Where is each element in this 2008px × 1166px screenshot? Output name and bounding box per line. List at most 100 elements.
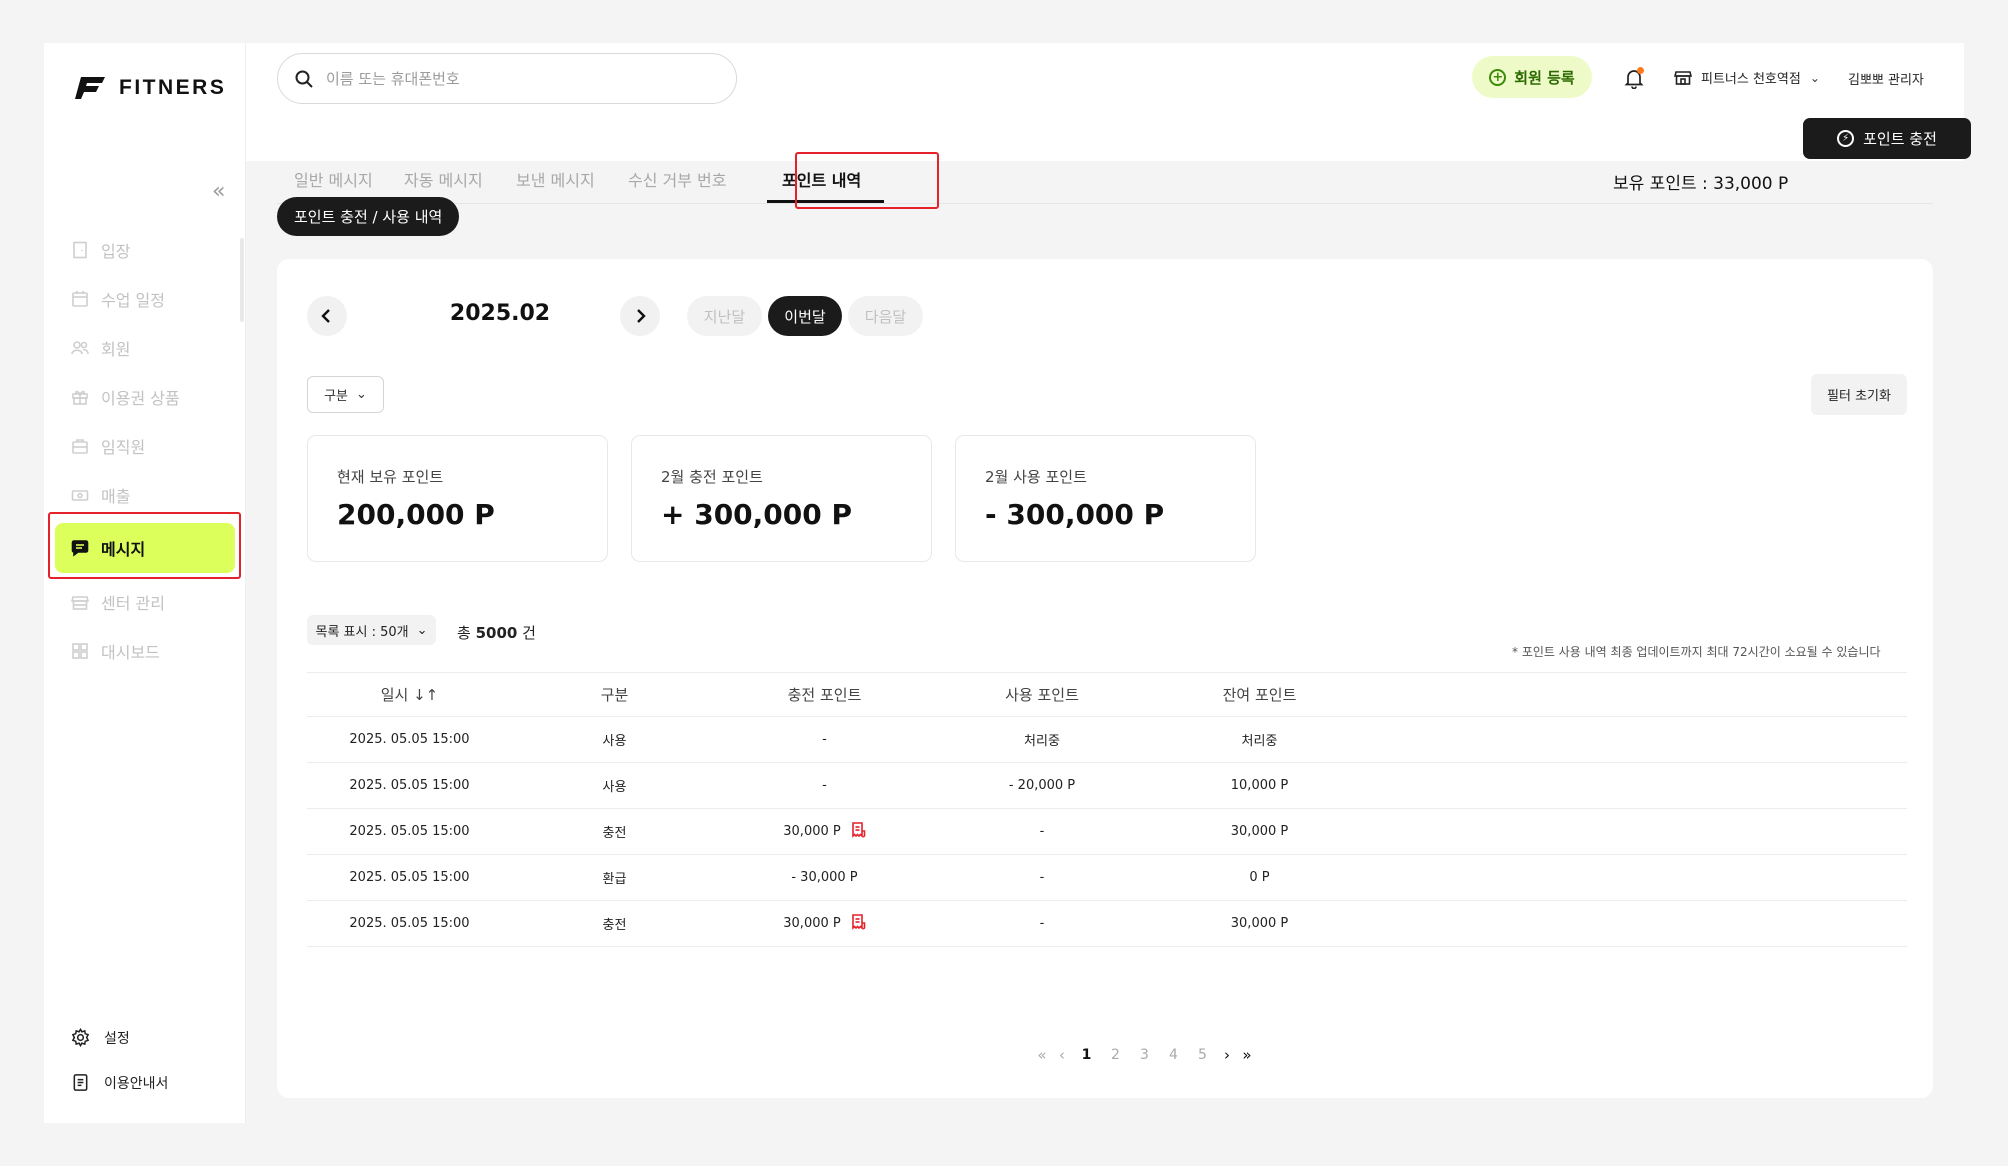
cell-balance: 30,000 P (1230, 916, 1289, 931)
receipt-icon[interactable] (851, 821, 866, 842)
type-filter-dropdown[interactable]: 구분 ⌄ (307, 376, 384, 413)
table-header: 일시 ↓↑ 구분 충전 포인트 사용 포인트 잔여 포인트 (307, 672, 1907, 717)
store-icon (71, 595, 89, 610)
this-month-button[interactable]: 이번달 (768, 296, 842, 336)
sidebar-item-employees[interactable]: 임직원 (55, 421, 235, 470)
register-member-button[interactable]: + 회원 등록 (1472, 56, 1592, 98)
cell-charge: - 30,000 P (791, 870, 858, 885)
list-size-dropdown[interactable]: 목록 표시 : 50개 ⌄ (307, 615, 436, 645)
table-row: 2025. 05.05 15:00 충전 30,000 P - 30,000 P (307, 809, 1907, 855)
cell-charge-value: 30,000 P (783, 916, 841, 931)
cell-use: - (1039, 916, 1045, 931)
sidebar-item-sales[interactable]: 매출 (55, 470, 235, 519)
point-history-table: 일시 ↓↑ 구분 충전 포인트 사용 포인트 잔여 포인트 2025. 05.0… (307, 672, 1907, 947)
cell-charge: 30,000 P (717, 901, 932, 946)
sidebar-item-members[interactable]: 회원 (55, 323, 235, 372)
table-row: 2025. 05.05 15:00 사용 - - 20,000 P 10,000… (307, 763, 1907, 809)
current-month: 2025.02 (449, 301, 551, 326)
sidebar-item-dashboard[interactable]: 대시보드 (55, 626, 235, 675)
total-number: 5000 (475, 624, 518, 642)
page-number[interactable]: 3 (1130, 1047, 1159, 1063)
prev-page-icon[interactable]: ‹ (1052, 1046, 1072, 1064)
stat-value: + 300,000 P (661, 498, 853, 531)
cell-type: 사용 (602, 734, 627, 749)
last-page-icon[interactable]: » (1237, 1046, 1257, 1064)
user-guide-link[interactable]: 이용안내서 (71, 1060, 168, 1105)
tab-auto-message[interactable]: 자동 메시지 (404, 167, 483, 191)
next-page-icon[interactable]: › (1217, 1046, 1237, 1064)
chevron-left-icon (321, 309, 330, 323)
next-month-period-button[interactable]: 다음달 (848, 296, 923, 336)
search-input[interactable] (326, 69, 706, 88)
settings-link[interactable]: 설정 (71, 1015, 168, 1060)
page-number[interactable]: 5 (1188, 1047, 1217, 1063)
plus-circle-icon: + (1489, 68, 1507, 86)
cell-charge-value: 30,000 P (783, 824, 841, 839)
page-number[interactable]: 4 (1159, 1047, 1188, 1063)
search-bar[interactable] (277, 53, 737, 104)
next-month-button[interactable] (620, 296, 660, 336)
tab-general-message[interactable]: 일반 메시지 (294, 167, 373, 191)
prev-month-button[interactable] (307, 296, 347, 336)
sidebar-scrollbar[interactable] (240, 238, 244, 322)
sidebar-item-label: 대시보드 (101, 642, 160, 662)
stat-card-charged-points: 2월 충전 포인트 + 300,000 P (631, 435, 932, 562)
sidebar-item-label: 수업 일정 (101, 290, 165, 310)
cell-type: 환급 (602, 872, 627, 887)
column-header-used-points: 사용 포인트 (1005, 686, 1079, 704)
members-icon (71, 340, 89, 354)
settings-label: 설정 (104, 1030, 130, 1047)
notification-bell-icon[interactable] (1623, 67, 1645, 90)
gift-icon (72, 390, 88, 405)
page-number[interactable]: 1 (1072, 1047, 1101, 1063)
charge-points-button[interactable]: ⚡ 포인트 충전 (1803, 118, 1971, 159)
reset-filter-button[interactable]: 필터 초기화 (1811, 374, 1907, 415)
last-month-button[interactable]: 지난달 (687, 296, 762, 336)
fitners-logo-icon (75, 77, 105, 99)
cell-balance: 처리중 (1241, 734, 1278, 749)
sidebar-item-class-schedule[interactable]: 수업 일정 (55, 274, 235, 323)
sidebar-item-entry[interactable]: 입장 (55, 225, 235, 274)
gear-icon (71, 1028, 90, 1047)
stat-label: 2월 충전 포인트 (661, 468, 763, 486)
column-header-balance-points: 잔여 포인트 (1222, 686, 1297, 704)
user-guide-label: 이용안내서 (104, 1075, 169, 1092)
tab-point-history[interactable]: 포인트 내역 (782, 167, 861, 191)
page-number[interactable]: 2 (1101, 1047, 1130, 1063)
search-icon (295, 70, 313, 88)
chevron-down-icon: ⌄ (1809, 70, 1820, 85)
cell-use: - (1039, 870, 1045, 885)
list-size-label: 목록 표시 : 50개 (315, 624, 409, 640)
receipt-icon[interactable] (851, 913, 866, 934)
stat-value: 200,000 P (337, 498, 495, 531)
active-tab-underline (767, 200, 884, 203)
tab-blocked-numbers[interactable]: 수신 거부 번호 (628, 167, 727, 191)
column-header-datetime[interactable]: 일시 ↓↑ (307, 673, 512, 716)
cell-use: 처리중 (1024, 734, 1060, 749)
brand-name: FITNERS (119, 76, 227, 99)
first-page-icon[interactable]: « (1032, 1046, 1052, 1064)
collapse-sidebar-icon[interactable]: « (212, 181, 234, 203)
owned-points: 보유 포인트 : 33,000 P (1613, 174, 1789, 194)
column-header-type: 구분 (600, 686, 629, 704)
cell-type: 충전 (602, 826, 627, 841)
tab-sent-message[interactable]: 보낸 메시지 (516, 167, 595, 191)
store-selector[interactable]: 피트너스 천호역점 ⌄ (1674, 68, 1820, 87)
sidebar-item-label: 메시지 (101, 540, 146, 559)
sidebar-item-membership-products[interactable]: 이용권 상품 (55, 372, 235, 421)
register-member-label: 회원 등록 (1514, 68, 1575, 87)
cell-use: - 20,000 P (1008, 778, 1076, 793)
cell-charge: - (822, 778, 827, 793)
logo[interactable]: FITNERS (75, 76, 226, 100)
lightning-icon: ⚡ (1837, 130, 1855, 147)
cell-charge: - (822, 732, 827, 747)
pagination: « ‹ 1 2 3 4 5 › » (1032, 1046, 1257, 1064)
admin-name[interactable]: 김뽀뽀 관리자 (1848, 69, 1924, 88)
stat-label: 현재 보유 포인트 (337, 468, 444, 486)
store-icon (1674, 70, 1692, 85)
briefcase-icon (72, 438, 88, 454)
sidebar-bottom-nav: 설정 이용안내서 (71, 1015, 168, 1105)
sidebar-item-message[interactable]: 메시지 (55, 523, 235, 573)
cell-datetime: 2025. 05.05 15:00 (349, 824, 470, 839)
sidebar-item-center-management[interactable]: 센터 관리 (55, 577, 235, 626)
